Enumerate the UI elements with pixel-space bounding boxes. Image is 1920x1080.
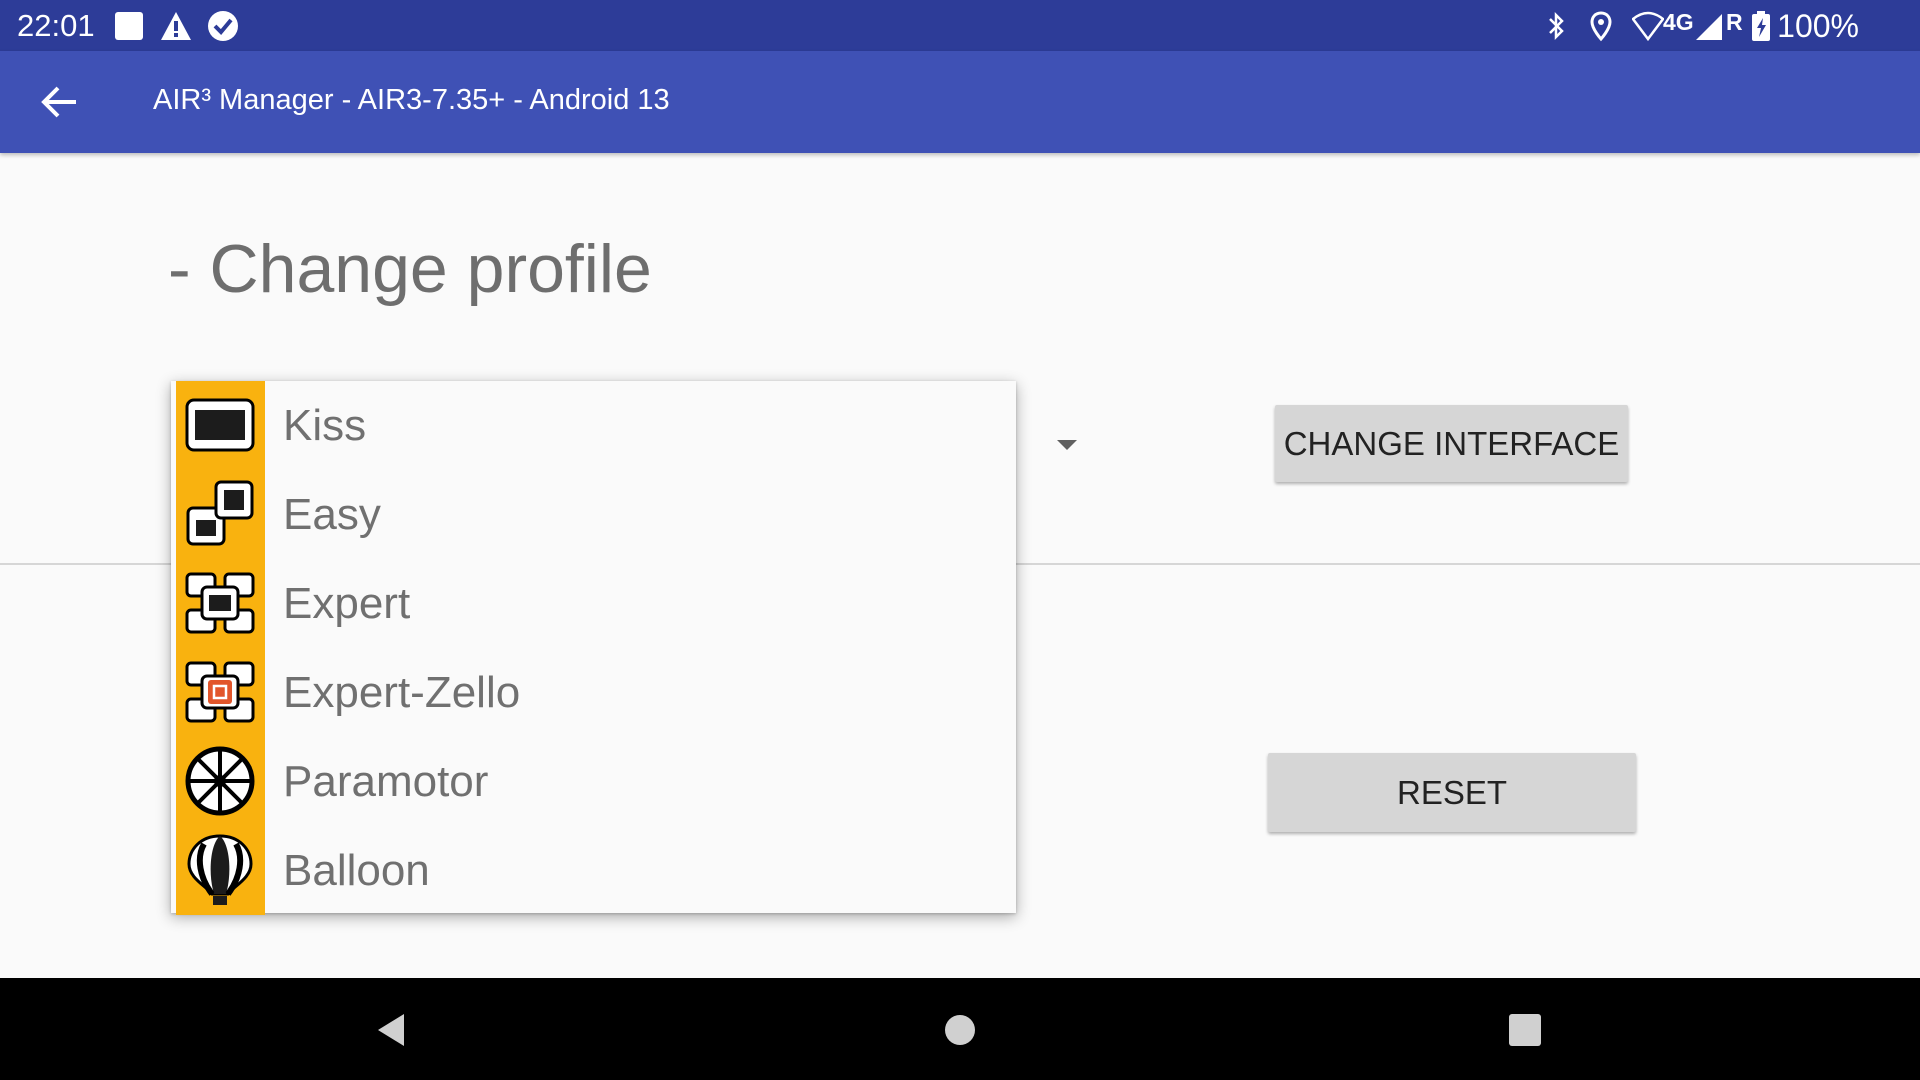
back-triangle-icon[interactable] xyxy=(364,1002,420,1058)
spinner-dropdown-arrow-icon[interactable] xyxy=(1055,438,1079,452)
profile-label: Kiss xyxy=(283,401,367,450)
profile-label: Paramotor xyxy=(283,757,489,806)
profile-dropdown-list: Kiss Easy Expert Expert-Zello Paramotor … xyxy=(171,381,1016,915)
profile-item-expert-zello[interactable]: Expert-Zello xyxy=(171,648,1016,737)
profile-icon-cell xyxy=(176,381,265,470)
paramotor-profile-icon xyxy=(185,746,255,816)
section-title: - Change profile xyxy=(168,231,652,307)
profile-label: Expert-Zello xyxy=(283,668,521,717)
profile-label: Easy xyxy=(283,490,381,539)
check-circle-icon xyxy=(208,11,238,41)
status-bar: 22:01 4G R 100% xyxy=(0,0,1920,51)
profile-icon-cell xyxy=(176,737,265,826)
expert-zello-profile-icon xyxy=(185,661,255,723)
notification-square-icon xyxy=(115,12,143,40)
back-button[interactable] xyxy=(32,74,88,130)
easy-profile-icon xyxy=(186,480,254,546)
bluetooth-icon xyxy=(1549,11,1564,41)
network-type-label: 4G xyxy=(1663,9,1694,35)
profile-item-paramotor[interactable]: Paramotor xyxy=(171,737,1016,826)
profile-icon-cell xyxy=(176,826,265,915)
profile-label: Balloon xyxy=(283,846,430,895)
balloon-profile-icon xyxy=(187,834,253,905)
battery-icon xyxy=(1752,11,1770,41)
wifi-icon xyxy=(1632,11,1664,42)
battery-percentage: 100% xyxy=(1777,8,1859,44)
reset-button[interactable]: RESET xyxy=(1268,753,1636,832)
app-bar: AIR³ Manager - AIR3-7.35+ - Android 13 xyxy=(0,51,1920,153)
profile-item-balloon[interactable]: Balloon xyxy=(171,826,1016,915)
profile-icon-cell xyxy=(176,559,265,648)
expert-profile-icon xyxy=(185,572,255,634)
kiss-profile-icon xyxy=(185,398,255,452)
roaming-label: R xyxy=(1726,9,1743,35)
profile-label: Expert xyxy=(283,579,411,628)
profile-icon-cell xyxy=(176,648,265,737)
arrow-left-icon xyxy=(41,86,76,118)
location-icon xyxy=(1590,11,1612,42)
profile-item-kiss[interactable]: Kiss xyxy=(171,381,1016,470)
app-title: AIR³ Manager - AIR3-7.35+ - Android 13 xyxy=(153,84,670,116)
status-time: 22:01 xyxy=(17,8,95,43)
warning-icon xyxy=(161,12,191,40)
profile-item-expert[interactable]: Expert xyxy=(171,559,1016,648)
recents-square-icon[interactable] xyxy=(1497,1002,1553,1058)
profile-item-easy[interactable]: Easy xyxy=(171,470,1016,559)
change-interface-button[interactable]: CHANGE INTERFACE xyxy=(1275,405,1628,482)
navigation-bar xyxy=(0,978,1920,1080)
profile-icon-cell xyxy=(176,470,265,559)
signal-icon xyxy=(1696,14,1722,40)
home-circle-icon[interactable] xyxy=(932,1002,988,1058)
